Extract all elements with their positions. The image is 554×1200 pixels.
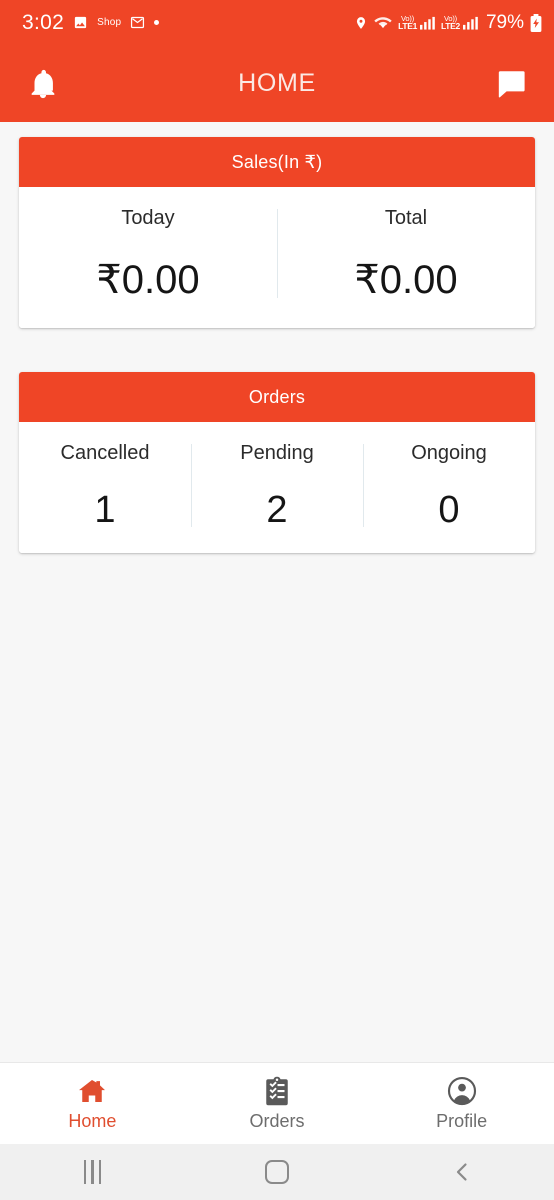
signal-bars-icon xyxy=(420,16,435,30)
sales-card-body: Today ₹0.00 Total ₹0.00 xyxy=(19,187,535,328)
orders-cancelled-stat[interactable]: Cancelled 1 xyxy=(19,442,191,529)
volte1-indicator: Vo)) LTE1 xyxy=(398,14,418,31)
orders-card-body: Cancelled 1 Pending 2 Ongoing 0 xyxy=(19,422,535,553)
sales-card: Sales(In ₹) Today ₹0.00 Total ₹0.00 xyxy=(19,137,535,328)
status-bar-right: Vo)) LTE1 Vo)) LTE2 79% xyxy=(354,12,542,34)
volte2-indicator: Vo)) LTE2 xyxy=(441,14,460,31)
orders-pending-stat[interactable]: Pending 2 xyxy=(191,442,363,529)
wifi-icon xyxy=(374,15,392,30)
main-content: Sales(In ₹) Today ₹0.00 Total ₹0.00 Orde… xyxy=(0,122,554,1062)
orders-card: Orders Cancelled 1 Pending 2 Ongoing 0 xyxy=(19,372,535,553)
orders-ongoing-stat[interactable]: Ongoing 0 xyxy=(363,442,535,529)
sim1-signal-group: Vo)) LTE1 xyxy=(398,14,435,31)
android-home-button[interactable] xyxy=(185,1160,370,1184)
sim2-signal-group: Vo)) LTE2 xyxy=(441,14,478,31)
back-chevron-icon xyxy=(450,1160,474,1184)
battery-percent-label: 79% xyxy=(485,11,524,33)
shop-label: Shop xyxy=(97,17,122,28)
nav-label-home: Home xyxy=(68,1110,117,1131)
battery-charging-icon xyxy=(530,13,542,32)
signal-bars-icon xyxy=(462,16,478,30)
nav-item-orders[interactable]: Orders xyxy=(185,1076,370,1132)
chat-button[interactable] xyxy=(488,61,534,107)
volte1-bottom-label: LTE1 xyxy=(398,21,418,31)
orders-cancelled-value: 1 xyxy=(94,489,116,531)
notification-bell-icon xyxy=(26,67,60,101)
app-bar: HOME xyxy=(0,45,554,122)
sales-total-value: ₹0.00 xyxy=(354,258,458,302)
orders-pending-value: 2 xyxy=(266,489,288,531)
sales-card-header: Sales(In ₹) xyxy=(19,137,535,187)
page-title: HOME xyxy=(238,69,316,97)
orders-ongoing-value: 0 xyxy=(438,489,460,531)
status-bar-left: 3:02 Shop xyxy=(22,10,160,35)
sales-total-label: Total xyxy=(384,207,428,229)
back-button[interactable] xyxy=(369,1160,554,1184)
sales-today-value: ₹0.00 xyxy=(96,258,200,302)
location-pin-icon xyxy=(354,15,368,31)
bottom-navigation: Home Orders Profile xyxy=(0,1062,554,1144)
status-bar: 3:02 Shop Vo)) LTE1 Vo)) LTE2 79% xyxy=(0,0,554,45)
clipboard-list-icon xyxy=(262,1076,292,1106)
notification-bell-button[interactable] xyxy=(20,61,66,107)
orders-pending-label: Pending xyxy=(240,442,314,464)
recents-icon xyxy=(83,1160,102,1184)
android-navigation-bar xyxy=(0,1144,554,1200)
nav-item-profile[interactable]: Profile xyxy=(369,1076,554,1132)
orders-ongoing-label: Ongoing xyxy=(411,442,487,464)
chat-bubble-icon xyxy=(494,67,528,101)
recents-button[interactable] xyxy=(0,1160,185,1184)
nav-item-home[interactable]: Home xyxy=(0,1076,185,1132)
nav-label-orders: Orders xyxy=(249,1110,305,1131)
orders-cancelled-label: Cancelled xyxy=(60,442,150,464)
status-clock: 3:02 xyxy=(22,10,65,34)
person-circle-icon xyxy=(447,1076,477,1106)
gmail-icon xyxy=(130,15,145,30)
home-icon xyxy=(77,1076,107,1106)
photos-icon xyxy=(73,15,88,30)
volte2-bottom-label: LTE2 xyxy=(441,21,460,31)
nav-label-profile: Profile xyxy=(436,1110,488,1131)
orders-card-header: Orders xyxy=(19,372,535,422)
sales-total-stat[interactable]: Total ₹0.00 xyxy=(277,207,535,300)
phone-screen: 3:02 Shop Vo)) LTE1 Vo)) LTE2 79% HOME S… xyxy=(0,0,554,1200)
sales-today-stat[interactable]: Today ₹0.00 xyxy=(19,207,277,300)
sales-today-label: Today xyxy=(121,207,175,229)
notification-dot-icon xyxy=(154,20,160,25)
home-square-icon xyxy=(265,1160,289,1184)
